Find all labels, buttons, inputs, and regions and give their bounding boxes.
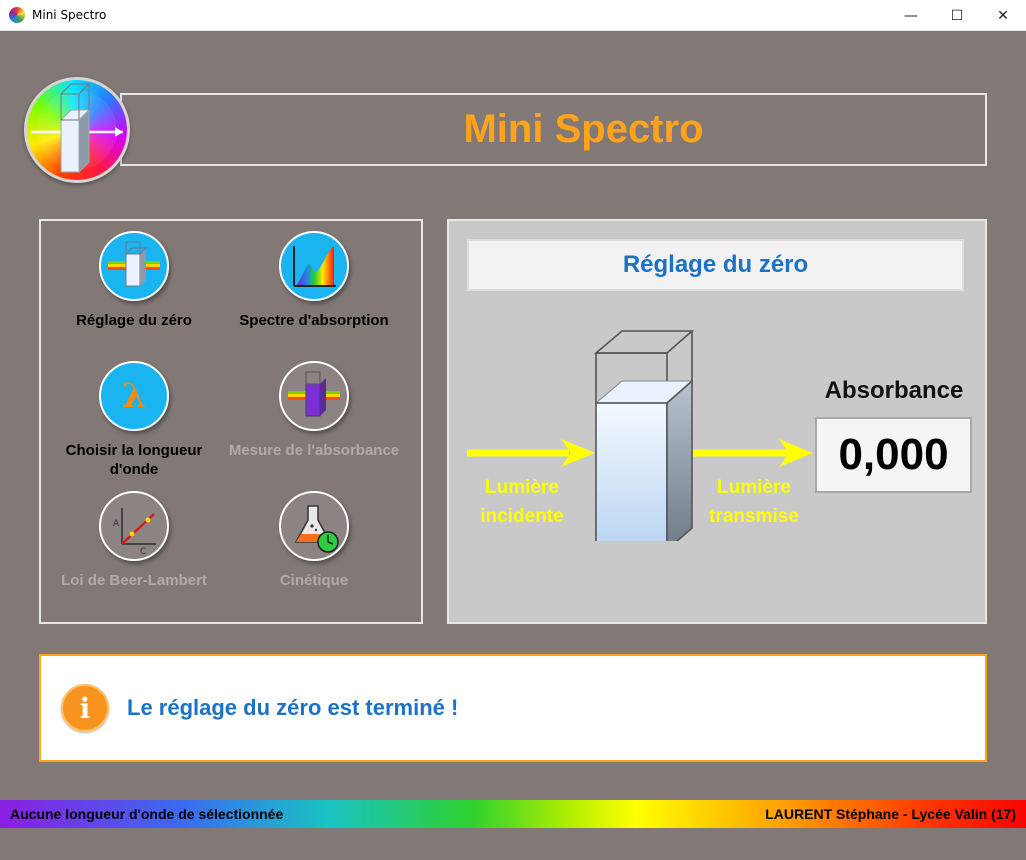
status-bar: Aucune longueur d'onde de sélectionnée L… (0, 800, 1026, 828)
window-controls: — ☐ ✕ (888, 0, 1026, 31)
tool-label-zero: Réglage du zéro (76, 312, 192, 329)
absorbance-value: 0,000 (838, 430, 949, 479)
zero-adjust-panel: Réglage du zéro Lumière incidente Lumièr… (447, 219, 987, 624)
flask-clock-icon[interactable] (279, 491, 349, 561)
incident-light-label: Lumière incidente (480, 477, 564, 527)
cuvette-icon[interactable] (99, 231, 169, 301)
main-area: Mini Spectro Réglage du zéro Spectre d'a… (0, 31, 1026, 800)
app-logo (24, 77, 130, 183)
cuvette-icon (593, 330, 695, 541)
lambda-icon[interactable]: λ (99, 361, 169, 431)
minimize-button[interactable]: — (888, 0, 934, 31)
tool-label-beer: Loi de Beer-Lambert (61, 572, 207, 589)
tool-label-measure: Mesure de l'absorbance (228, 442, 400, 459)
tool-zero-adjust[interactable]: Réglage du zéro (44, 231, 224, 330)
status-wavelength: Aucune longueur d'onde de sélectionnée (10, 806, 284, 822)
panel-title: Réglage du zéro (622, 251, 809, 278)
measure-icon[interactable] (279, 361, 349, 431)
spectrum-icon[interactable] (279, 231, 349, 301)
absorbance-label: Absorbance (824, 377, 964, 404)
svg-text:C: C (140, 547, 146, 556)
transmitted-light-label: Lumière transmise (709, 477, 799, 527)
panel-title-box: Réglage du zéro (467, 239, 964, 291)
window-titlebar: Mini Spectro — ☐ ✕ (0, 0, 1026, 31)
tool-label-wavelength: Choisir la longueur d'onde (65, 442, 203, 478)
maximize-button[interactable]: ☐ (934, 0, 980, 31)
message-text: Le réglage du zéro est terminé ! (127, 695, 459, 720)
info-icon: i (61, 684, 109, 732)
tool-choose-wavelength[interactable]: λ Choisir la longueur d'onde (44, 361, 224, 479)
tool-label-kinetics: Cinétique (279, 572, 349, 589)
tool-measure-absorbance[interactable]: Mesure de l'absorbance (224, 361, 404, 460)
beer-lambert-icon[interactable]: A C (99, 491, 169, 561)
absorbance-display: 0,000 (815, 417, 972, 493)
tool-label-spectrum: Spectre d'absorption (239, 312, 389, 329)
bottom-strip (0, 828, 1026, 860)
tool-kinetics[interactable]: Cinétique (224, 491, 404, 590)
header-banner: Mini Spectro (120, 93, 987, 166)
tool-absorption-spectrum[interactable]: Spectre d'absorption (224, 231, 404, 330)
status-author: LAURENT Stéphane - Lycée Valin (17) (765, 806, 1016, 822)
window-title: Mini Spectro (32, 8, 107, 22)
tools-panel: Réglage du zéro Spectre d'absorption λ C… (39, 219, 423, 624)
message-box: i Le réglage du zéro est terminé ! (39, 654, 987, 762)
app-icon (9, 7, 25, 23)
app-title: Mini Spectro (463, 107, 704, 151)
close-button[interactable]: ✕ (980, 0, 1026, 31)
logo-cuvette-icon (31, 83, 123, 174)
tool-beer-lambert[interactable]: A C Loi de Beer-Lambert (44, 491, 224, 590)
svg-text:A: A (113, 519, 120, 529)
